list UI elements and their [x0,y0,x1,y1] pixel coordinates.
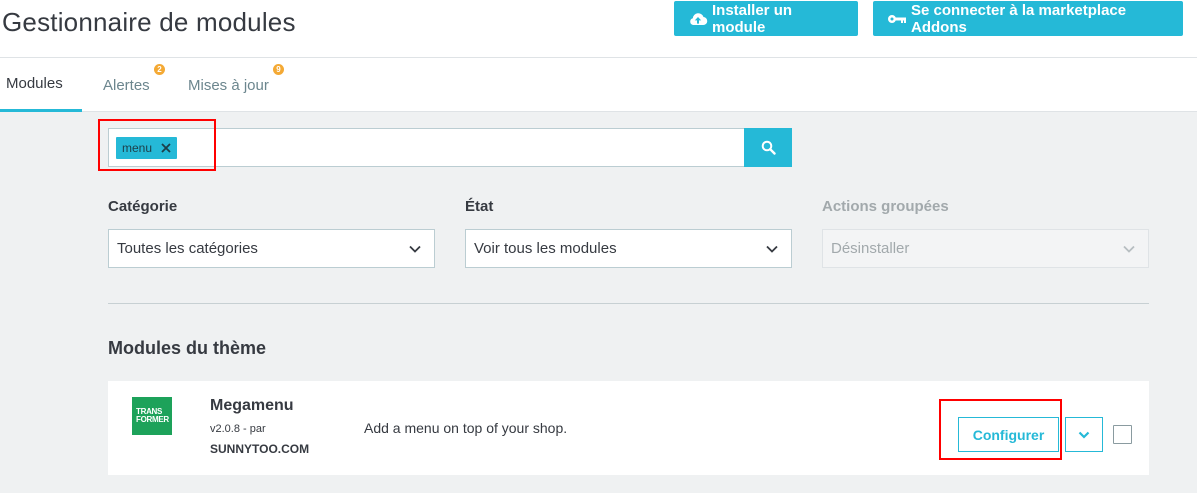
state-select[interactable]: Voir tous les modules [465,229,792,268]
chevron-down-icon [1122,242,1136,256]
highlight-configure-button [939,399,1062,460]
install-module-button[interactable]: Installer un module [674,1,858,36]
chevron-down-icon [408,242,422,256]
search-button[interactable] [744,128,792,167]
state-select-value: Voir tous les modules [474,240,617,257]
page-title: Gestionnaire de modules [2,7,296,37]
module-version: v2.0.8 - par [210,423,266,435]
chevron-down-icon [765,242,779,256]
module-select-checkbox[interactable] [1113,425,1132,444]
category-select[interactable]: Toutes les catégories [108,229,435,268]
tab-label: Mises à jour [188,76,269,94]
connect-addons-button[interactable]: Se connecter à la marketplace Addons [873,1,1183,36]
tab-alerts[interactable]: Alertes 2 [103,58,165,112]
module-actions-dropdown[interactable] [1065,417,1103,452]
module-name: Megamenu [210,397,294,414]
bulk-actions-select-value: Désinstaller [831,240,910,257]
bulk-actions-select: Désinstaller [822,229,1149,268]
category-filter-label: Catégorie [108,198,178,215]
tab-label: Modules [6,75,63,92]
page-background [108,475,1149,493]
section-divider [108,303,1149,304]
tab-bar: Modules Alertes 2 Mises à jour 9 [0,58,1197,112]
tab-updates[interactable]: Mises à jour 9 [188,58,284,112]
highlight-search-tag [98,119,216,171]
install-module-label: Installer un module [712,1,793,36]
cloud-upload-icon [688,11,708,27]
module-author[interactable]: SUNNYTOO.COM [210,442,309,456]
state-filter-label: État [465,198,494,215]
section-title: Modules du thème [108,338,267,358]
search-icon [761,140,776,155]
updates-count-badge: 9 [273,64,284,75]
tab-label: Alertes [103,76,150,94]
connect-addons-label: Se connecter à la marketplace Addons [911,1,1127,36]
module-logo-text: FORMER [136,415,169,424]
bulk-actions-label: Actions groupées [822,198,949,215]
page-header: Gestionnaire de modules Installer un mod… [0,0,1197,58]
module-description: Add a menu on top of your shop. [364,420,568,436]
chevron-down-icon [1077,428,1091,442]
module-logo: TRANS FORMER [132,397,172,435]
alerts-count-badge: 2 [154,64,165,75]
tab-modules[interactable]: Modules [0,58,82,112]
key-icon [887,12,907,26]
category-select-value: Toutes les catégories [117,240,258,257]
